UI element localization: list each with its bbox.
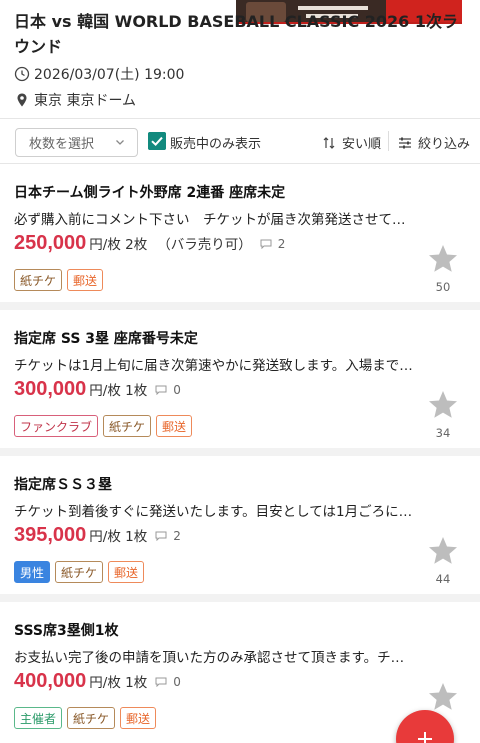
listing-tag: 郵送 (156, 415, 193, 437)
favorite-star-icon[interactable] (426, 388, 460, 422)
toolbar-divider (388, 131, 389, 151)
listing-tag: 郵送 (120, 707, 157, 729)
favorite-star-icon[interactable] (426, 242, 460, 276)
listing-price-row: 400,000 円/枚 1枚 0 (14, 670, 181, 693)
listing-tag: ファンクラブ (14, 415, 99, 437)
listing-title: 日本チーム側ライト外野席 2連番 座席未定 (14, 185, 286, 201)
listing-tag: 紙チケ (55, 561, 104, 583)
listing-title: SSS席3塁側1枚 (14, 623, 119, 639)
filter-label: 絞り込み (418, 137, 471, 152)
favorite-star-icon[interactable] (426, 534, 460, 568)
comment-bubble-icon (155, 531, 167, 541)
listing-unit: 円/枚 1枚 (89, 529, 148, 545)
listing-title: 指定席 SS 3塁 座席番号未定 (14, 331, 198, 347)
listing-price-row: 250,000 円/枚 2枚 （バラ売り可） 2 (14, 232, 285, 255)
favorite-count: 34 (435, 426, 451, 440)
listing-comment-count: 2 (173, 529, 181, 543)
event-datetime: 2026/03/07(土) 19:00 (34, 67, 185, 83)
listing-unit: 円/枚 1枚 (89, 383, 148, 399)
listing-price: 250,000 (14, 232, 87, 254)
listing-comments: 0 (155, 675, 181, 689)
on-sale-only-label[interactable]: 販売中のみ表示 (170, 133, 261, 152)
listing-description: 必ず購入前にコメント下さい チケットが届き次第発送させて… (14, 212, 406, 228)
listing-comments: 2 (260, 237, 286, 251)
listing-price: 395,000 (14, 524, 87, 546)
map-pin-icon (17, 93, 27, 107)
listing-price: 300,000 (14, 378, 87, 400)
sort-button[interactable]: 安い順 (322, 133, 381, 152)
sort-label: 安い順 (342, 137, 382, 152)
ticket-listing-card[interactable]: 指定席 SS 3塁 座席番号未定 チケットは1月上旬に届き次第速やかに発送致しま… (0, 310, 480, 456)
listing-description: チケット到着後すぐに発送いたします。目安としては1月ごろに… (14, 504, 413, 520)
listing-description: お支払い完了後の申請を頂いた方のみ承認させて頂きます。チ… (14, 650, 405, 666)
listing-tags: 男性 紙チケ 郵送 (14, 561, 145, 583)
on-sale-only-checkbox[interactable] (148, 132, 166, 150)
listing-tag: 郵送 (108, 561, 145, 583)
clock-icon (14, 66, 30, 82)
listing-tag: 男性 (14, 561, 51, 583)
listing-description: チケットは1月上旬に届き次第速やかに発送致します。入場まで… (14, 358, 413, 374)
listing-unit: 円/枚 1枚 (89, 675, 148, 691)
favorite-count: 44 (435, 572, 451, 586)
quantity-select-label: 枚数を選択 (29, 137, 95, 152)
sliders-icon (399, 137, 411, 148)
event-datetime-row: 2026/03/07(土) 19:00 (14, 64, 184, 84)
favorite-count: 50 (435, 280, 451, 294)
comment-bubble-icon (155, 677, 167, 687)
event-header: 日本 vs 韓国 WORLD BASEBALL CLASSIC 2026 1次ラ… (0, 0, 480, 118)
chevron-down-icon (116, 140, 124, 145)
listing-note: （バラ売り可） (157, 237, 252, 253)
listing-comment-count: 0 (173, 383, 181, 397)
comment-bubble-icon (260, 239, 272, 249)
listing-tags: ファンクラブ 紙チケ 郵送 (14, 415, 193, 437)
listing-tags: 紙チケ 郵送 (14, 269, 104, 291)
event-venue: 東京 東京ドーム (34, 93, 137, 109)
listing-unit: 円/枚 2枚 (89, 237, 148, 253)
listing-comment-count: 2 (277, 237, 286, 251)
listing-tags: 主催者 紙チケ 郵送 (14, 707, 157, 729)
ticket-listing-card[interactable]: 日本チーム側ライト外野席 2連番 座席未定 必ず購入前にコメント下さい チケット… (0, 164, 480, 310)
ticket-listing-card[interactable]: 指定席ＳＳ３塁 チケット到着後すぐに発送いたします。目安としては1月ごろに… 3… (0, 456, 480, 602)
comment-bubble-icon (155, 385, 167, 395)
listing-tag: 紙チケ (103, 415, 152, 437)
listing-tag: 主催者 (14, 707, 63, 729)
quantity-select[interactable]: 枚数を選択 (15, 128, 138, 157)
listing-comments: 2 (155, 529, 181, 543)
listing-comments: 0 (155, 383, 181, 397)
filter-button[interactable]: 絞り込み (398, 133, 470, 152)
sort-arrows-icon (323, 136, 335, 149)
listing-tag: 紙チケ (67, 707, 116, 729)
listing-price: 400,000 (14, 670, 87, 692)
listing-price-row: 395,000 円/枚 1枚 2 (14, 524, 181, 547)
listing-tag: 紙チケ (14, 269, 63, 291)
event-title: 日本 vs 韓国 WORLD BASEBALL CLASSIC 2026 1次ラ… (14, 12, 459, 56)
event-venue-row: 東京 東京ドーム (14, 90, 136, 110)
listing-comment-count: 0 (173, 675, 181, 689)
listing-tag: 郵送 (67, 269, 104, 291)
favorite-star-icon[interactable] (426, 680, 460, 714)
listing-price-row: 300,000 円/枚 1枚 0 (14, 378, 181, 401)
listing-title: 指定席ＳＳ３塁 (14, 477, 112, 493)
